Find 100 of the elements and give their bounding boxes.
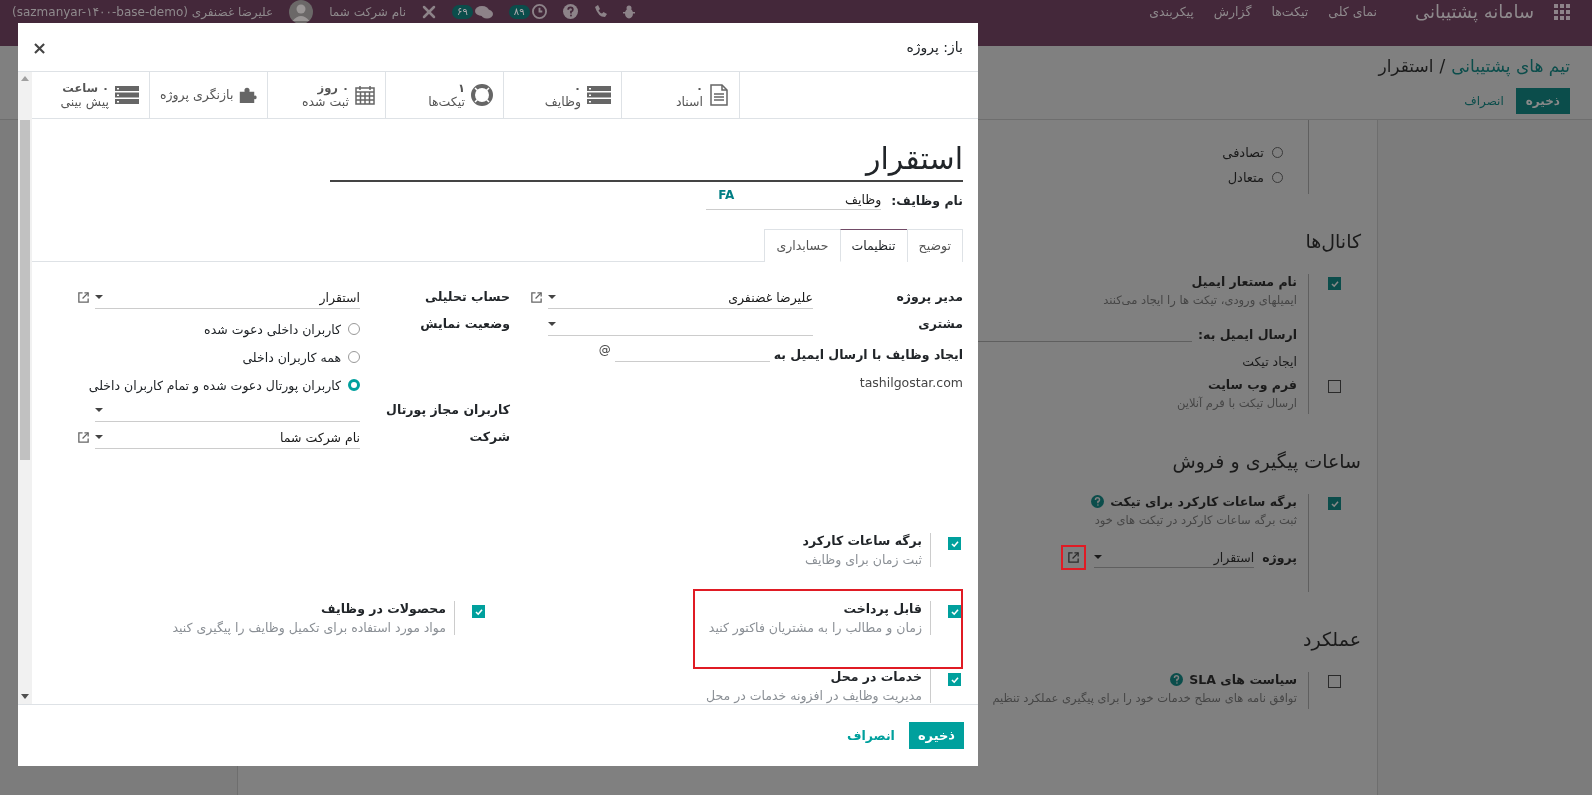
stat-label: پیش بینی: [60, 95, 109, 109]
radio-label: همه کاربران داخلی: [242, 349, 341, 365]
bug-icon[interactable]: [622, 4, 635, 19]
setting-description: ثبت زمان برای وظایف: [804, 552, 922, 567]
user-avatar[interactable]: [289, 0, 314, 24]
tab[interactable]: حسابداری: [764, 229, 840, 262]
radio-label: کاربران پورتال دعوت شده و تمام کاربران داخلی: [88, 377, 341, 393]
close-button[interactable]: ×: [30, 36, 50, 58]
setting-label: محصولات در وظایف: [320, 601, 446, 616]
tab[interactable]: توضیح: [906, 229, 963, 262]
phone-icon[interactable]: [593, 5, 607, 18]
setting-description: ارسال تیکت با فرم آنلاین: [1175, 396, 1297, 410]
checkbox[interactable]: [1328, 277, 1341, 290]
radio-label: تصادفی: [1222, 145, 1264, 160]
field-label: شرکت: [468, 428, 510, 444]
field-label: نام وظایف:: [891, 192, 963, 208]
stat-value: ۰ روز: [317, 81, 349, 95]
select-field[interactable]: نام شرکت شما: [95, 426, 360, 449]
lifebuoy-icon: [471, 84, 493, 106]
stat-value: ۱: [457, 81, 465, 95]
setting-label: برگه ساعات کارکرد: [802, 533, 922, 548]
setting-description: ایمیلهای ورودی، تیکت ها را ایجاد می‌کنند: [1102, 293, 1297, 307]
radio-label: متعادل: [1227, 170, 1264, 185]
project-select[interactable]: استقرار: [1094, 547, 1255, 568]
document-icon: [709, 84, 729, 106]
menu-item[interactable]: گزارش: [1213, 4, 1252, 19]
alias-domain: tashilgostar.com: [858, 374, 963, 390]
apps-grid-icon[interactable]: [1554, 3, 1570, 20]
breadcrumb-current: استقرار: [1378, 56, 1434, 76]
stat-label: اسناد: [675, 95, 703, 109]
setting-description: زمان و مطالب را به مشتریان فاکتور کنید: [708, 620, 922, 635]
radio-label: کاربران داخلی دعوت شده: [204, 321, 341, 337]
activity-count-badge: ۸۹: [508, 4, 530, 19]
user-menu[interactable]: علیرضا غضنفری (sazmanyar-۱۴۰۰-base-demo): [12, 3, 274, 20]
checkbox[interactable]: [1328, 497, 1341, 510]
menu-item[interactable]: پیکربندی: [1149, 4, 1194, 19]
field-label: کاربران مجاز پورتال: [385, 401, 510, 417]
setting-description: ثبت برگه ساعات کارکرد در تیکت های خود: [1093, 513, 1297, 527]
external-link-icon[interactable]: [76, 431, 90, 444]
checkbox[interactable]: [948, 537, 961, 550]
external-link-icon[interactable]: [1067, 551, 1081, 564]
field-label: ایجاد وظایف با ارسال ایمیل به: [773, 347, 963, 362]
field-label: مدیر پروژه: [895, 288, 963, 304]
section-heading: کانال‌ها: [1304, 230, 1361, 252]
select-field[interactable]: استقرار: [95, 286, 360, 309]
checkbox[interactable]: [472, 605, 485, 618]
company-switcher[interactable]: نام شرکت شما: [329, 3, 407, 20]
help-icon[interactable]: [1091, 495, 1105, 508]
field-value: ایجاد تیکت: [1241, 354, 1297, 371]
select-field[interactable]: علیرضا غضنفری: [548, 286, 813, 309]
help-icon[interactable]: [1170, 673, 1184, 686]
setting-description: مدیریت وظایف در افزونه خدمات در محل: [706, 688, 922, 703]
menu-item[interactable]: تیکت‌ها: [1271, 4, 1309, 19]
checkbox[interactable]: [948, 605, 961, 618]
setting-description: مواد مورد استفاده برای تکمیل وظایف را پیگیری کنید: [172, 620, 446, 635]
clock-icon[interactable]: [531, 4, 547, 19]
stat-value: ۰: [695, 81, 703, 95]
radio-button[interactable]: [348, 379, 360, 391]
setting-label: قابل پرداخت: [842, 601, 922, 616]
setting-label: برگه ساعات کارکرد برای تیکت: [1110, 494, 1297, 509]
field-label: مشتری: [917, 315, 963, 331]
stacked-bars-icon: [587, 86, 611, 104]
field-label: ارسال ایمیل به:: [1198, 327, 1297, 342]
at-sign: @: [598, 343, 611, 357]
breadcrumb-separator: /: [1439, 56, 1446, 76]
field-label: وضعیت نمایش: [419, 315, 510, 331]
external-link-icon[interactable]: [529, 291, 543, 304]
dialog-title: باز: پروژه: [906, 39, 963, 55]
setting-label: خدمات در محل: [829, 669, 922, 684]
puzzle-icon: [239, 85, 257, 105]
field-label: حساب تحلیلی: [424, 288, 510, 304]
section-heading: عملکرد: [1301, 628, 1361, 650]
app-title: سامانه پشتیبانی: [1415, 1, 1534, 22]
stat-label: تیکت‌ها: [428, 95, 465, 109]
stat-label: ثبت شده: [301, 95, 349, 109]
checkbox[interactable]: [948, 673, 961, 686]
project-name-field[interactable]: استقرار: [330, 141, 963, 182]
calendar-icon: [355, 85, 375, 105]
message-count-badge: ۶۹: [452, 4, 473, 19]
stat-label: وظایف: [544, 95, 581, 109]
scrollbar[interactable]: [18, 72, 32, 704]
external-link-icon[interactable]: [76, 291, 90, 304]
setting-label: سیاست های SLA: [1189, 672, 1297, 687]
chat-icon[interactable]: [474, 4, 493, 19]
stat-value: ۰ ساعت: [62, 81, 109, 95]
checkbox[interactable]: [1328, 380, 1341, 393]
language-button[interactable]: FA: [718, 188, 735, 202]
field-label: پروژه: [1262, 550, 1297, 565]
stat-label: بازنگری پروژه: [160, 88, 234, 102]
tools-icon[interactable]: [422, 4, 437, 19]
setting-label: نام مستعار ایمیل: [1191, 274, 1297, 289]
help-icon[interactable]: [562, 4, 578, 19]
stat-value: ۰: [573, 81, 581, 95]
tab[interactable]: تنظیمات: [839, 229, 907, 262]
setting-label: فرم وب سایت: [1207, 377, 1297, 392]
setting-description: توافق نامه های سطح خدمات خود را برای پیگیری عملکرد تنظیم: [991, 691, 1297, 705]
checkbox[interactable]: [1328, 675, 1341, 688]
section-heading: ساعات پیگیری و فروش: [1171, 450, 1361, 472]
menu-item[interactable]: نمای کلی: [1328, 4, 1378, 19]
stacked-bars-icon: [115, 86, 139, 104]
